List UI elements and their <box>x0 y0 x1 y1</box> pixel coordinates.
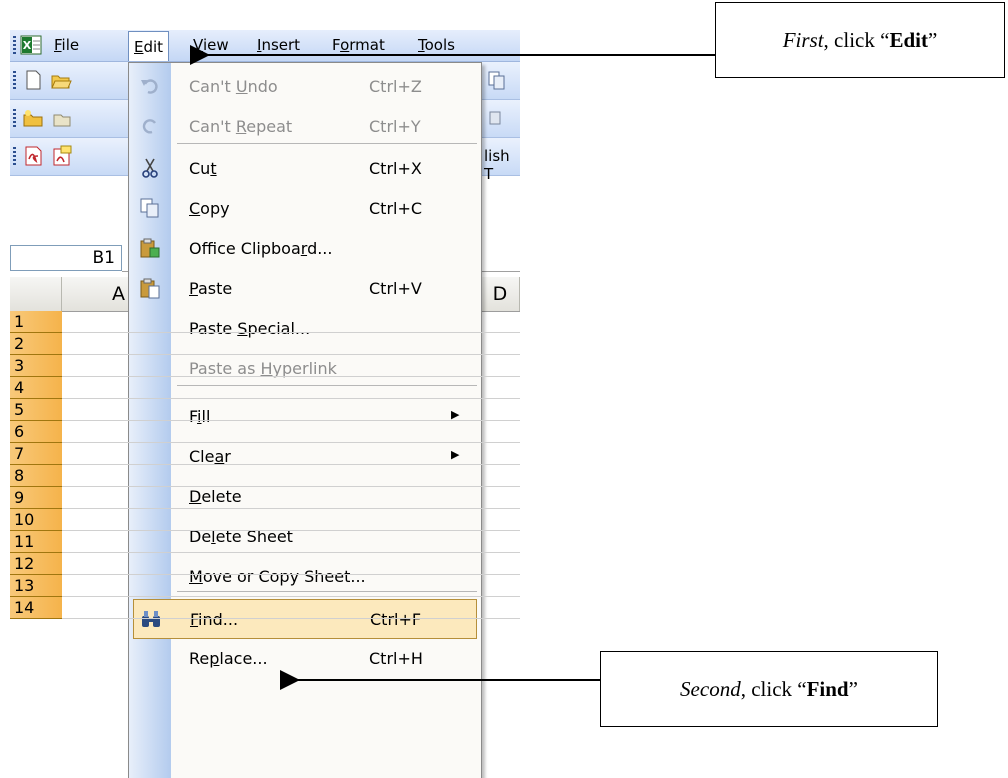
annotation-arrows <box>190 45 715 690</box>
